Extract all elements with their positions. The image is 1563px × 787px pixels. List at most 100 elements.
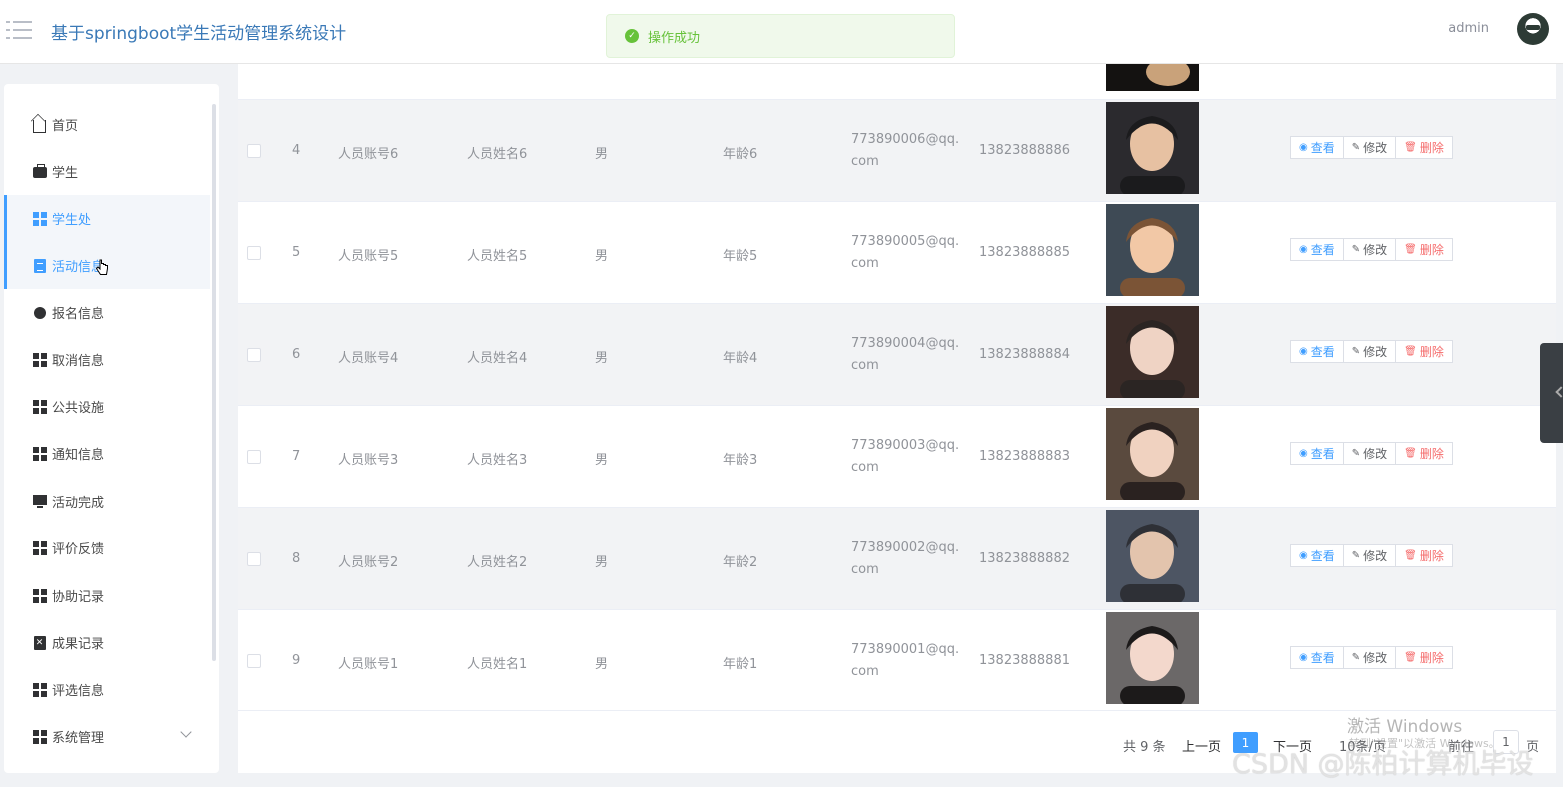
view-label: 查看 [1310, 345, 1335, 359]
sidebar-item-assist-records[interactable]: 协助记录 [4, 572, 210, 619]
edit-button[interactable]: ✎ 修改 [1342, 238, 1397, 261]
total-count: 共 9 条 [1123, 740, 1166, 755]
eye-icon: ◉ [1299, 448, 1308, 459]
sidebar-item-cancellation[interactable]: 取消信息 [4, 336, 210, 383]
index-cell: 9 [292, 653, 301, 668]
trash-icon: 🗑 [1404, 142, 1417, 153]
sidebar-item-label: 学生 [52, 166, 79, 181]
row-checkbox[interactable] [247, 450, 261, 464]
row-checkbox[interactable] [247, 144, 261, 158]
sidebar-item-label: 报名信息 [52, 307, 105, 322]
sidebar-item-label: 评选信息 [52, 684, 105, 699]
edit-button[interactable]: ✎ 修改 [1342, 646, 1397, 669]
index-cell: 4 [292, 143, 301, 158]
view-label: 查看 [1310, 447, 1335, 461]
edit-button[interactable]: ✎ 修改 [1342, 340, 1397, 363]
edit-label: 修改 [1363, 345, 1388, 359]
sidebar-item-student-office[interactable]: 学生处 [4, 195, 210, 242]
phone-cell: 13823888883 [979, 449, 1070, 464]
row-checkbox[interactable] [247, 654, 261, 668]
delete-button[interactable]: 🗑 删除 [1395, 544, 1453, 567]
monitor-icon [32, 494, 47, 509]
sidebar-item-selection[interactable]: 评选信息 [4, 666, 210, 713]
gender-cell: 男 [595, 453, 609, 468]
sidebar-item-label: 通知信息 [52, 448, 105, 463]
view-button[interactable]: ◉ 查看 [1290, 646, 1344, 669]
eye-icon: ◉ [1299, 652, 1308, 663]
sidebar-item-facilities[interactable]: 公共设施 [4, 383, 210, 430]
delete-button[interactable]: 🗑 删除 [1395, 136, 1453, 159]
sidebar-item-system[interactable]: 系统管理 [4, 713, 210, 760]
delete-button[interactable]: 🗑 删除 [1395, 442, 1453, 465]
sidebar-item-home[interactable]: 首页 [4, 101, 210, 148]
home-icon [32, 117, 47, 133]
age-cell: 年龄1 [723, 657, 758, 672]
delete-label: 删除 [1419, 243, 1444, 257]
view-button[interactable]: ◉ 查看 [1290, 544, 1344, 567]
sidebar-scrollbar[interactable] [212, 104, 216, 661]
view-button[interactable]: ◉ 查看 [1290, 442, 1344, 465]
row-checkbox[interactable] [247, 246, 261, 260]
sidebar-item-label: 系统管理 [52, 731, 105, 746]
clipboard-icon: ✕ [32, 635, 47, 650]
edit-button[interactable]: ✎ 修改 [1342, 544, 1397, 567]
photo-cell [1106, 204, 1199, 296]
trash-icon: 🗑 [1404, 346, 1417, 357]
grid-icon [32, 211, 47, 226]
gender-cell: 男 [595, 555, 609, 570]
trash-icon: 🗑 [1404, 550, 1417, 561]
sidebar-item-activity-complete[interactable]: 活动完成 [4, 478, 210, 525]
phone-cell: 13823888884 [979, 347, 1070, 362]
grid-icon [32, 446, 47, 461]
view-button[interactable]: ◉ 查看 [1290, 136, 1344, 159]
delete-button[interactable]: 🗑 删除 [1395, 238, 1453, 261]
edit-button[interactable]: ✎ 修改 [1342, 136, 1397, 159]
email-cell: 773890003@qq.com [851, 438, 960, 475]
row-actions: ◉ 查看 ✎ 修改 🗑 删除 [1290, 340, 1453, 363]
edit-label: 修改 [1363, 549, 1388, 563]
name-cell: 人员姓名2 [467, 555, 528, 570]
view-label: 查看 [1310, 651, 1335, 665]
sidebar-item-feedback[interactable]: 评价反馈 [4, 524, 210, 571]
sidebar-item-registration[interactable]: 报名信息 [4, 289, 210, 336]
csdn-watermark: CSDN @陈柏计算机毕设 [1232, 749, 1534, 780]
email-cell: 773890002@qq.com [851, 540, 960, 577]
view-button[interactable]: ◉ 查看 [1290, 340, 1344, 363]
delete-button[interactable]: 🗑 删除 [1395, 340, 1453, 363]
photo-cell [1106, 612, 1199, 704]
view-label: 查看 [1310, 549, 1335, 563]
index-cell: 5 [292, 245, 301, 260]
avatar[interactable] [1517, 13, 1549, 45]
sidebar-item-label: 成果记录 [52, 637, 105, 652]
document-icon [32, 258, 47, 273]
app-title: 基于springboot学生活动管理系统设计 [51, 24, 347, 44]
top-header: 基于springboot学生活动管理系统设计 ✓ 操作成功 admin [0, 0, 1563, 64]
row-checkbox[interactable] [247, 348, 261, 362]
edit-button[interactable]: ✎ 修改 [1342, 442, 1397, 465]
view-button[interactable]: ◉ 查看 [1290, 238, 1344, 261]
photo-cell [1106, 306, 1199, 398]
phone-cell: 13823888886 [979, 143, 1070, 158]
menu-toggle-icon[interactable] [6, 19, 32, 41]
table-row: 5 人员账号5 人员姓名5 男 年龄5 773890005@qq.com 138238888… [238, 202, 1556, 304]
trash-icon: 🗑 [1404, 244, 1417, 255]
sidebar-item-achievements[interactable]: ✕ 成果记录 [4, 619, 210, 666]
delete-button[interactable]: 🗑 删除 [1395, 646, 1453, 669]
age-cell: 年龄5 [723, 249, 758, 264]
edit-icon: ✎ [1351, 142, 1361, 153]
table-row: 4 人员账号6 人员姓名6 男 年龄6 773890006@qq.com 138238888… [238, 100, 1556, 202]
grid-icon [32, 352, 47, 367]
age-cell: 年龄6 [723, 147, 758, 162]
sidebar-item-label: 取消信息 [52, 354, 105, 369]
photo-cell [1106, 510, 1199, 602]
phone-cell: 13823888881 [979, 653, 1070, 668]
trash-icon: 🗑 [1404, 448, 1417, 459]
delete-label: 删除 [1419, 141, 1444, 155]
sidebar-item-student[interactable]: 学生 [4, 148, 210, 195]
user-name[interactable]: admin [1448, 21, 1489, 36]
prev-page-button[interactable]: 上一页 [1182, 736, 1221, 755]
row-checkbox[interactable] [247, 552, 261, 566]
sidebar-item-notices[interactable]: 通知信息 [4, 430, 210, 477]
sidebar-item-label: 协助记录 [52, 590, 105, 605]
side-drawer-handle[interactable] [1540, 343, 1563, 443]
